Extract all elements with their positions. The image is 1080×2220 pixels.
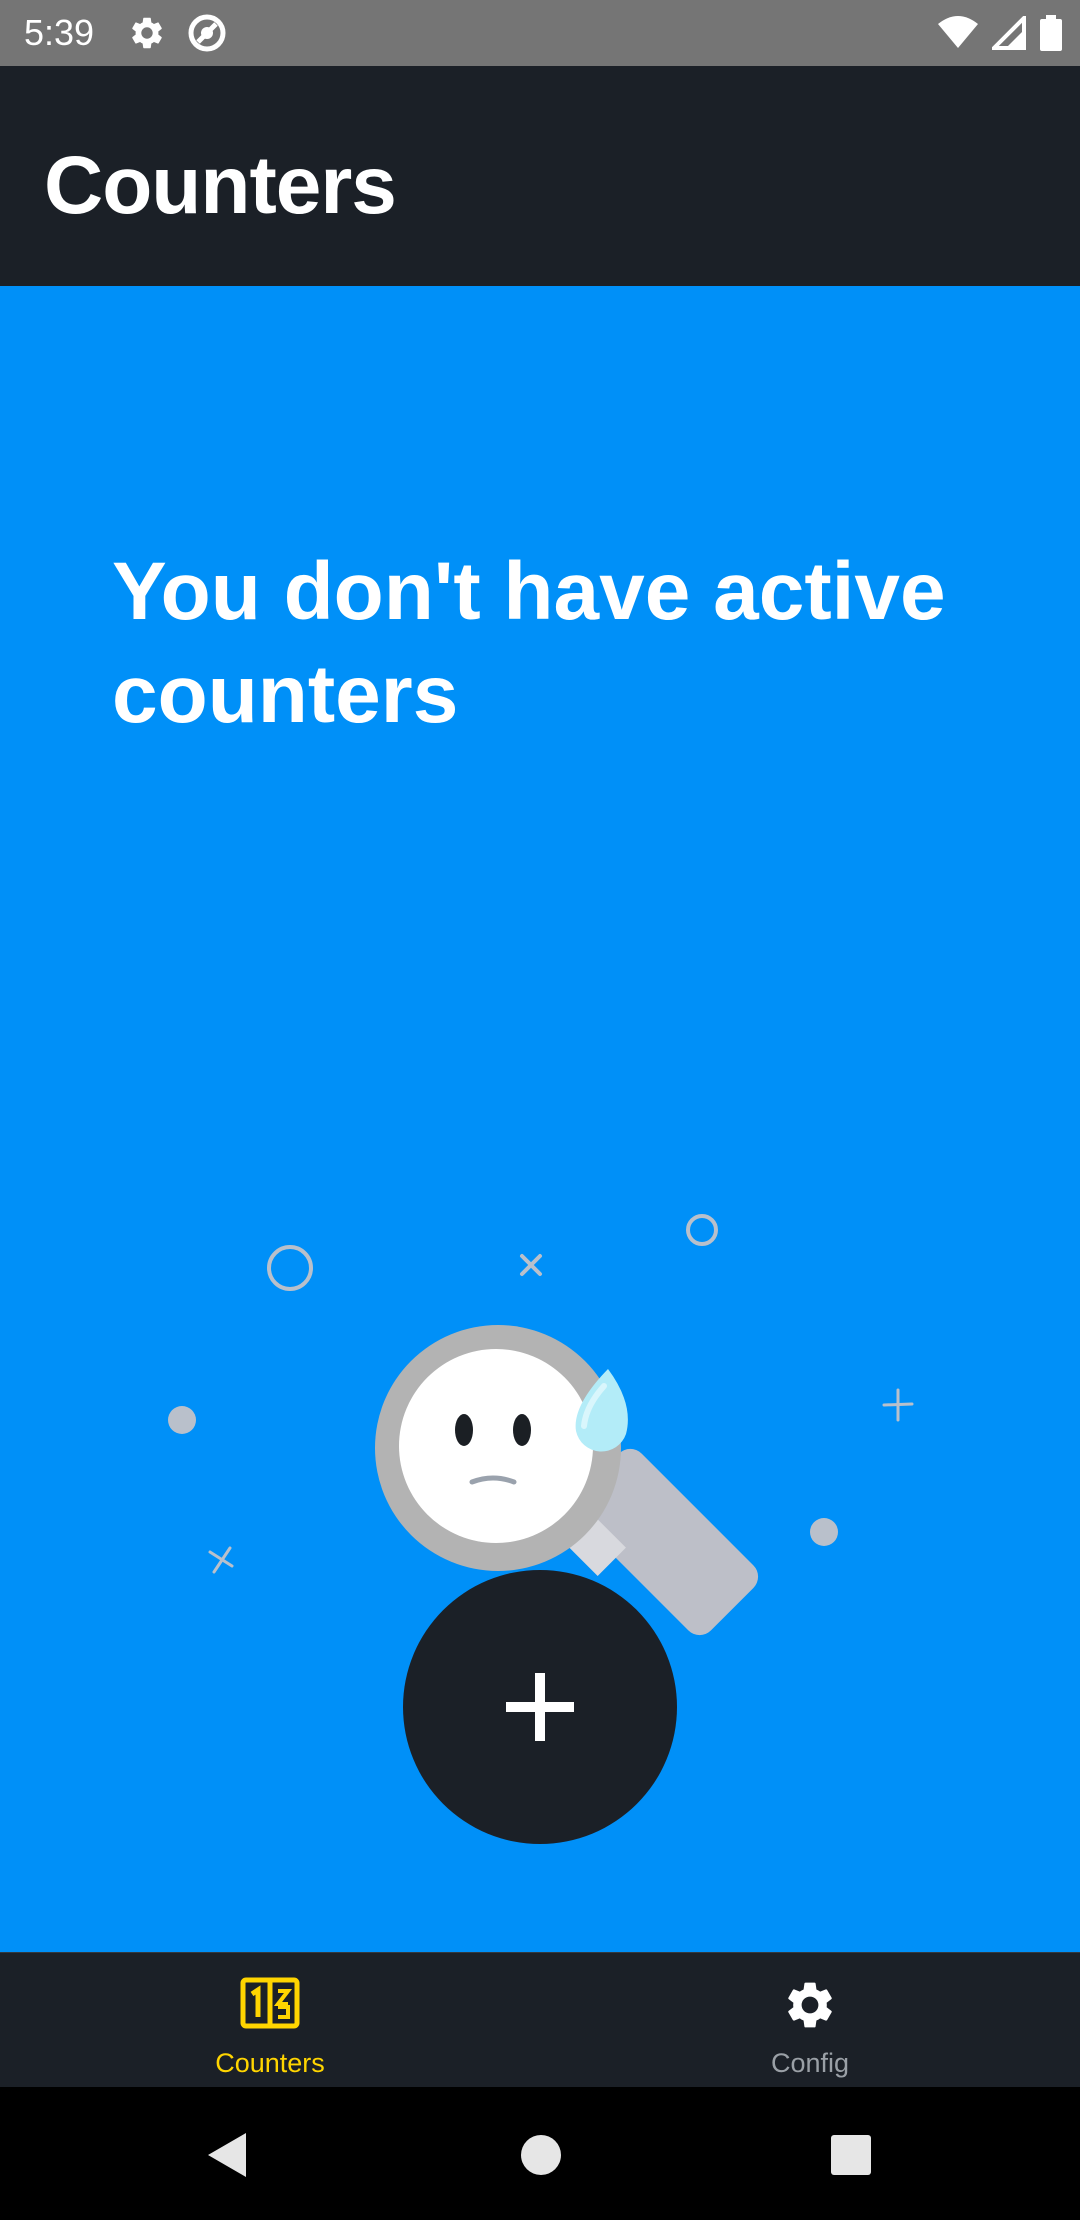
wifi-icon	[938, 16, 978, 48]
gear-icon	[788, 1982, 832, 2028]
nav-item-counters[interactable]: Counters	[0, 1953, 540, 2088]
app-bar: Counters	[0, 66, 1080, 286]
status-bar: 5:39	[0, 0, 1080, 66]
home-button[interactable]	[485, 2087, 595, 2220]
main-content: You don't have active counters	[0, 286, 1080, 1952]
back-icon	[208, 2133, 246, 2177]
home-icon	[521, 2135, 561, 2175]
back-button[interactable]	[172, 2087, 282, 2220]
status-time: 5:39	[24, 12, 95, 53]
recents-button[interactable]	[795, 2087, 905, 2220]
gear-icon	[132, 17, 162, 49]
nav-item-config[interactable]: Config	[540, 1953, 1080, 2088]
empty-state-message: You don't have active counters	[112, 546, 946, 740]
battery-icon	[1040, 15, 1062, 51]
do-not-disturb-icon	[188, 14, 226, 52]
add-counter-button[interactable]	[403, 1570, 677, 1844]
plus-icon	[506, 1673, 574, 1741]
nav-label-config: Config	[770, 2048, 850, 2078]
counter-icon	[240, 1977, 300, 2029]
status-icons	[938, 12, 1062, 54]
nav-label-counters: Counters	[215, 2048, 325, 2078]
system-navigation-bar	[0, 2087, 1080, 2220]
page-title: Counters	[44, 140, 397, 231]
signal-icon	[992, 16, 1026, 50]
recents-icon	[831, 2135, 871, 2175]
bottom-navigation: Counters Config	[0, 1952, 1080, 2087]
